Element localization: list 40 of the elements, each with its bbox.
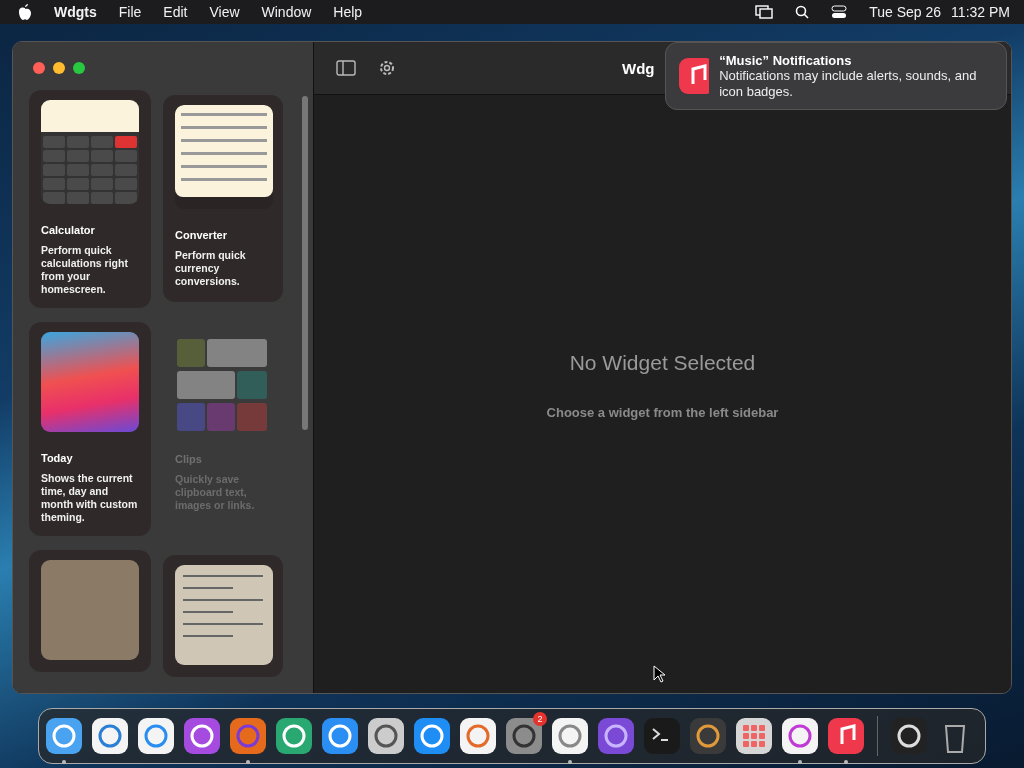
app-menu[interactable]: Wdgts <box>54 4 97 20</box>
empty-state-hint: Choose a widget from the left sidebar <box>546 405 779 420</box>
terminal-icon[interactable] <box>643 717 681 755</box>
menu-item[interactable]: View <box>209 4 240 20</box>
widget-card[interactable]: Converter Perform quick currency conversions. <box>163 95 283 302</box>
menu-item[interactable]: Help <box>333 4 363 20</box>
widget-card[interactable]: Calculator Perform quick calculations right from your homescreen. <box>29 90 151 308</box>
toggles-icon[interactable] <box>831 5 848 19</box>
search-icon[interactable] <box>795 5 810 19</box>
minimize-button[interactable] <box>53 62 65 74</box>
window-title: Wdg <box>622 59 655 77</box>
menu-item[interactable]: Edit <box>163 4 188 20</box>
zoom-button[interactable] <box>73 62 85 74</box>
notification-badge: 2 <box>533 712 547 726</box>
widget-card[interactable] <box>163 555 283 677</box>
widget-description: Perform quick currency conversions. <box>175 249 247 288</box>
widget-card[interactable]: Today Shows the current time, day and month with custom theming. <box>29 322 151 536</box>
music-note-icon[interactable] <box>827 717 865 755</box>
widget-description: Shows the current time, day and month with custom theming. <box>41 472 139 524</box>
widget-title: Calculator <box>41 224 96 236</box>
notification-body: Notifications may include alerts, sounds, and icon badges. <box>719 67 978 100</box>
notification-title: “Music” Notifications <box>719 52 853 68</box>
apple-logo-icon[interactable] <box>18 4 32 20</box>
widget-title: Today <box>41 452 74 464</box>
windows-icon[interactable] <box>755 5 774 19</box>
menu-item[interactable]: Window <box>261 4 312 20</box>
notification-banner[interactable]: “Music” Notifications Notifications may include alerts, sounds, and icon badges. <box>665 42 1007 110</box>
widget-description: Perform quick calculations right from your homescreen. <box>41 244 129 296</box>
widget-title: Converter <box>175 229 228 241</box>
scrollbar-thumb[interactable] <box>302 96 308 430</box>
music-note-icon <box>678 57 710 95</box>
menu-item[interactable]: File <box>118 4 142 20</box>
app-grid-icon[interactable] <box>735 717 773 755</box>
widget-card[interactable] <box>29 550 151 672</box>
date-text[interactable]: Tue Sep 26 <box>869 4 942 20</box>
close-button[interactable] <box>33 62 45 74</box>
mouse-pointer-icon <box>653 665 665 683</box>
sidebar-toggle-icon[interactable] <box>336 60 356 76</box>
empty-state-heading: No Widget Selected <box>569 351 756 375</box>
time-text[interactable]: 11:32 PM <box>951 4 1010 20</box>
